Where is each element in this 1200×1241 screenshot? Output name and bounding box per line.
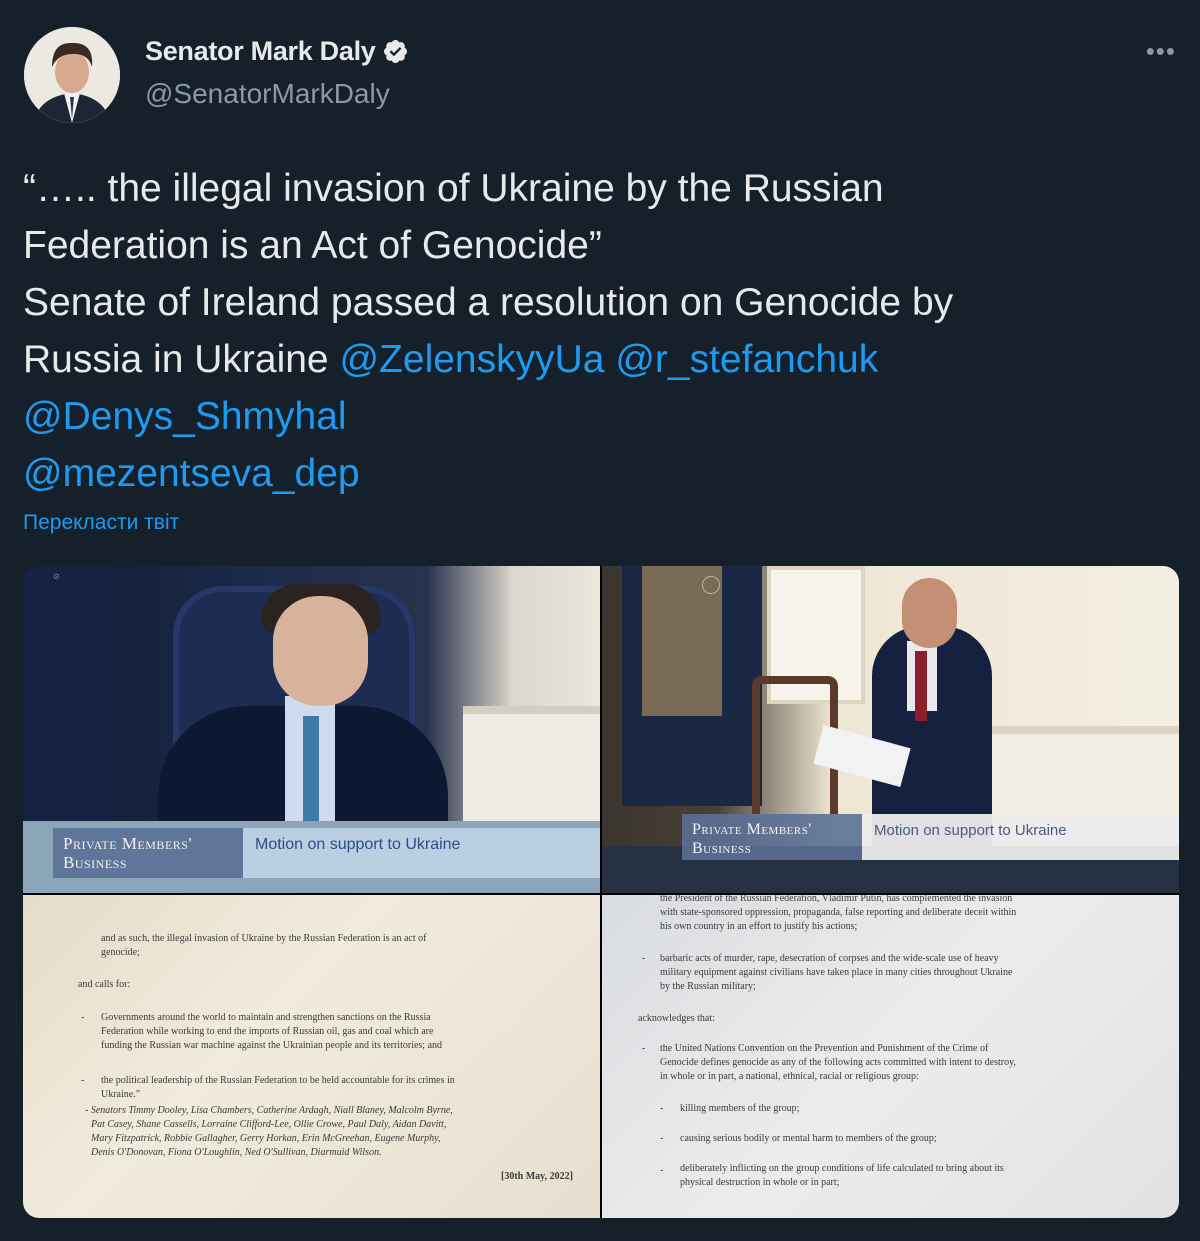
oireachtas-logo-icon — [702, 576, 720, 594]
banner-motion: Motion on support to Ukraine — [243, 828, 600, 878]
doc-line: Governments around the world to maintain… — [101, 1012, 431, 1023]
doc-signatories: - Senators Timmy Dooley, Lisa Chambers, … — [85, 1105, 453, 1116]
broadcast-banner: Private Members' Business Motion on supp… — [682, 814, 1179, 860]
mention-zelenskyyua[interactable]: @ZelenskyyUa — [339, 338, 604, 381]
doc-bullet-dash: - — [660, 1103, 664, 1114]
doc-bullet-dash: - — [642, 1043, 646, 1054]
doc-line: the United Nations Convention on the Pre… — [660, 1043, 989, 1054]
banner-tag-line1: Private Members' — [63, 834, 193, 853]
author-handle[interactable]: @SenatorMarkDaly — [145, 78, 390, 110]
tweet-body-line1: Senate of Ireland passed a resolution on… — [23, 281, 954, 324]
author-avatar[interactable] — [24, 27, 120, 123]
doc-line: by the Russian military; — [660, 981, 756, 992]
doc-line: genocide; — [101, 947, 140, 958]
mention-denys-shmyhal[interactable]: @Denys_Shmyhal — [23, 395, 347, 438]
doc-line: acknowledges that: — [638, 1013, 715, 1024]
more-options-icon[interactable]: ••• — [1146, 36, 1176, 67]
doc-line: killing members of the group; — [680, 1103, 800, 1114]
media-grid: ⊙ Private Members' Business Motion on su… — [23, 566, 1179, 1218]
photo-speaker-head — [273, 596, 368, 706]
broadcast-banner: Private Members' Business Motion on supp… — [53, 828, 600, 878]
doc-line: military equipment against civilians hav… — [660, 967, 1013, 978]
banner-tag-line1: Private Members' — [692, 821, 812, 838]
media-photo-senator-speaking[interactable]: Private Members' Business Motion on supp… — [602, 566, 1179, 893]
doc-line: Federation while working to end the impo… — [101, 1026, 434, 1037]
doc-line: causing serious bodily or mental harm to… — [680, 1133, 937, 1144]
doc-line: Ukraine.” — [101, 1089, 141, 1100]
photo-background — [23, 566, 113, 826]
doc-line: the President of the Russian Federation,… — [660, 895, 1013, 904]
tweet-text: “….. the illegal invasion of Ukraine by … — [23, 160, 1173, 502]
doc-bullet-dash: - — [660, 1133, 664, 1144]
author-name[interactable]: Senator Mark Daly — [145, 36, 376, 67]
banner-motion: Motion on support to Ukraine — [862, 814, 1179, 860]
banner-tag-line2: Business — [692, 840, 752, 857]
doc-bullet-dash: - — [81, 1075, 85, 1086]
doc-line: with state-sponsored oppression, propaga… — [660, 907, 1017, 918]
media-photo-motion-document-1[interactable]: and as such, the illegal invasion of Ukr… — [23, 895, 600, 1218]
doc-signatories: Pat Casey, Shane Cassells, Lorraine Clif… — [91, 1119, 447, 1130]
doc-line: his own country in an effort to justify … — [660, 921, 858, 932]
doc-bullet-dash: - — [81, 1012, 85, 1023]
tweet-quote-line2: Federation is an Act of Genocide” — [23, 224, 602, 267]
doc-line: funding the Russian war machine against … — [101, 1040, 443, 1051]
photo-wall-panel — [463, 706, 600, 834]
doc-bullet-dash: - — [642, 953, 646, 964]
tweet-body-line2: Russia in Ukraine — [23, 338, 329, 381]
doc-line: and calls for: — [78, 979, 131, 990]
doc-signatories: Mary Fitzpatrick, Robbie Gallagher, Gerr… — [91, 1133, 441, 1144]
doc-line: deliberately inflicting on the group con… — [680, 1163, 1004, 1174]
media-photo-chairman[interactable]: ⊙ Private Members' Business Motion on su… — [23, 566, 600, 893]
translate-tweet-link[interactable]: Перекласти твіт — [23, 511, 179, 535]
doc-line: Genocide defines genocide as any of the … — [660, 1057, 1016, 1068]
avatar-image — [24, 27, 120, 123]
tweet-quote-line1: “….. the illegal invasion of Ukraine by … — [23, 167, 884, 210]
media-photo-motion-document-2[interactable]: the President of the Russian Federation,… — [602, 895, 1179, 1218]
doc-line: in whole or in part, a national, ethnica… — [660, 1071, 919, 1082]
doc-line: physical destruction in whole or in part… — [680, 1177, 840, 1188]
doc-bullet-dash: - — [660, 1165, 664, 1176]
photo-speaker-tie — [303, 716, 319, 826]
doc-line: and as such, the illegal invasion of Ukr… — [101, 933, 427, 944]
banner-tag-line2: Business — [63, 853, 128, 872]
author-name-row[interactable]: Senator Mark Daly — [145, 36, 409, 67]
mention-r-stefanchuk[interactable]: @r_stefanchuk — [615, 338, 878, 381]
banner-tag: Private Members' Business — [682, 814, 862, 860]
doc-signatories: Denis O'Donovan, Fiona O'Loughlin, Ned O… — [91, 1147, 382, 1158]
photo-speaker-tie — [915, 651, 927, 721]
doc-date: [30th May, 2022] — [501, 1171, 573, 1182]
mention-mezentseva-dep[interactable]: @mezentseva_dep — [23, 452, 360, 495]
oireachtas-logo-icon: ⊙ — [53, 572, 60, 581]
verified-badge-icon — [383, 39, 407, 64]
photo-speaker-head — [902, 578, 957, 648]
doc-line: barbaric acts of murder, rape, desecrati… — [660, 953, 999, 964]
doc-line: the political leadership of the Russian … — [101, 1075, 455, 1086]
banner-tag: Private Members' Business — [53, 828, 243, 878]
